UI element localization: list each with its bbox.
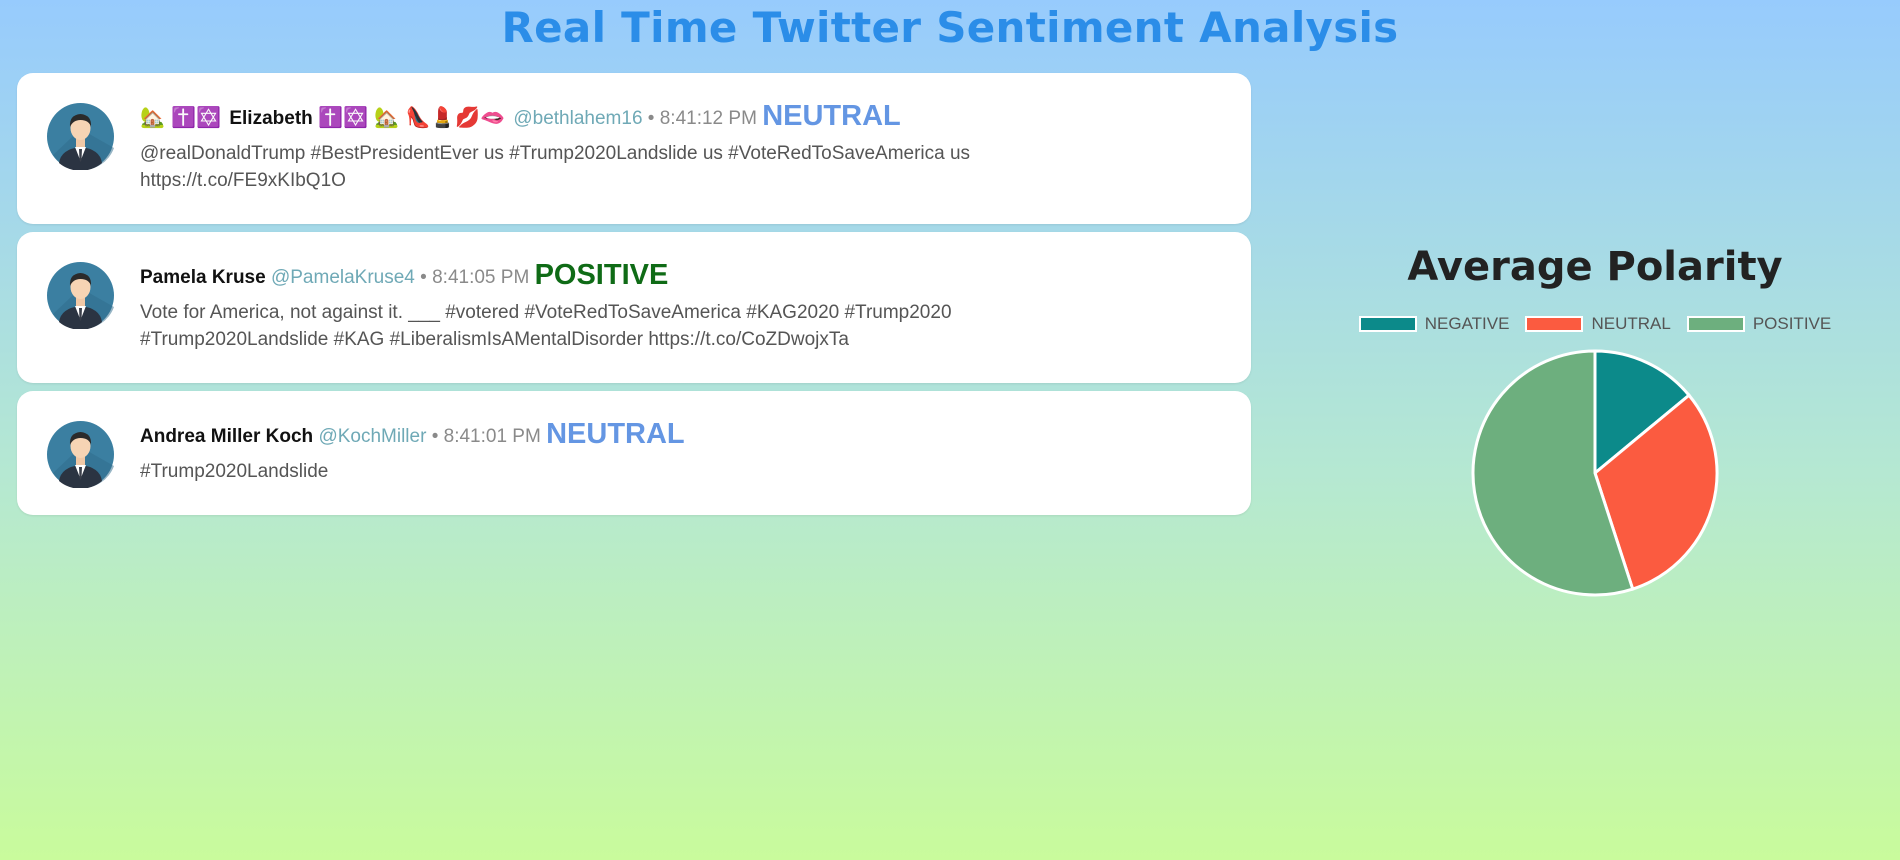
legend-item-positive[interactable]: POSITIVE [1686,314,1832,334]
avatar [47,421,114,488]
legend-swatch-neutral [1525,316,1584,332]
chart-legend: NEGATIVE NEUTRAL POSITIVE [1330,314,1860,334]
tweet-card: 🏡 ✝️✡️ Elizabeth ✝️✡️ 🏡 👠💄💋🫦 @bethlahem1… [17,73,1251,224]
name-emoji: ✝️✡️ 🏡 👠💄💋🫦 [318,105,506,129]
separator-dot: • [431,426,439,447]
chart-title: Average Polarity [1407,244,1783,290]
tweet-time: 8:41:05 PM [432,267,530,288]
avatar [47,103,114,170]
user-handle[interactable]: @bethlahem16 [513,108,642,129]
separator-dot: • [647,108,655,129]
tweet-time: 8:41:12 PM [659,108,757,129]
tweet-header: Pamela Kruse @PamelaKruse4 • 8:41:05 PM … [140,261,1227,290]
user-name[interactable]: Pamela Kruse [140,267,266,288]
tweet-card: Pamela Kruse @PamelaKruse4 • 8:41:05 PM … [17,232,1251,383]
pie-chart [1471,349,1719,597]
page-title: Real Time Twitter Sentiment Analysis [501,3,1399,52]
legend-swatch-negative [1358,316,1417,332]
user-handle[interactable]: @PamelaKruse4 [271,267,415,288]
legend-swatch-positive [1686,316,1745,332]
user-name[interactable]: Andrea Miller Koch [140,426,313,447]
legend-item-neutral[interactable]: NEUTRAL [1525,314,1671,334]
tweet-card: Andrea Miller Koch @KochMiller • 8:41:01… [17,391,1251,515]
tweet-header: 🏡 ✝️✡️ Elizabeth ✝️✡️ 🏡 👠💄💋🫦 @bethlahem1… [140,102,1227,131]
tweet-feed: 🏡 ✝️✡️ Elizabeth ✝️✡️ 🏡 👠💄💋🫦 @bethlahem1… [17,73,1251,523]
tweet-text: #Trump2020Landslide [140,461,329,482]
name-emoji: 🏡 ✝️✡️ [140,105,222,129]
sentiment-label: NEUTRAL [546,418,685,450]
tweet-header: Andrea Miller Koch @KochMiller • 8:41:01… [140,420,1227,449]
tweet-time: 8:41:01 PM [443,426,541,447]
tweet-text: Vote for America, not against it. ___ #v… [140,302,952,350]
user-handle[interactable]: @KochMiller [318,426,426,447]
legend-label: NEGATIVE [1424,314,1510,333]
avatar [47,262,114,329]
sentiment-label: POSITIVE [534,259,669,291]
legend-item-negative[interactable]: NEGATIVE [1358,314,1510,334]
sentiment-label: NEUTRAL [762,100,901,132]
legend-label: NEUTRAL [1591,314,1671,333]
separator-dot: • [420,267,427,288]
user-name[interactable]: Elizabeth [229,108,312,129]
legend-label: POSITIVE [1752,314,1832,333]
polarity-chart: Average Polarity NEGATIVE NEUTRAL POSITI… [1330,240,1860,598]
tweet-text: @realDonaldTrump #BestPresidentEver us #… [140,143,971,191]
